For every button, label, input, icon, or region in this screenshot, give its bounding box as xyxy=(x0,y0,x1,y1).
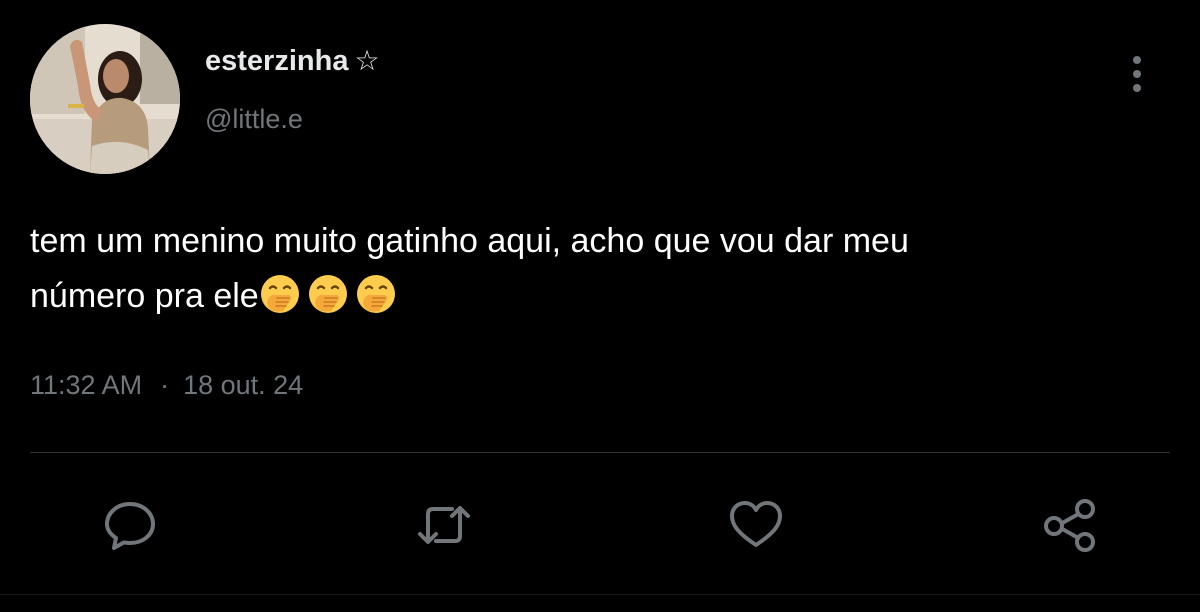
divider xyxy=(30,452,1170,453)
hand-over-mouth-emoji xyxy=(307,273,349,315)
hand-over-mouth-emoji xyxy=(355,273,397,315)
display-name-text: esterzinha xyxy=(205,45,349,77)
avatar[interactable] xyxy=(30,24,180,174)
tweet-text-line-2-text: número pra ele xyxy=(30,277,259,315)
star-badge: ☆ xyxy=(354,44,380,77)
retweet-icon xyxy=(418,506,470,544)
reply-button[interactable] xyxy=(100,495,160,555)
tweet-text-line-2: número pra ele xyxy=(30,269,1170,332)
emoji-group xyxy=(259,273,403,332)
hand-over-mouth-emoji xyxy=(259,273,301,315)
tweet-date: 18 out. 24 xyxy=(183,370,304,400)
reply-icon xyxy=(105,502,155,550)
meta-separator: · xyxy=(160,370,170,400)
tweet-time: 11:32 AM xyxy=(30,370,143,400)
bottom-divider xyxy=(0,594,1200,595)
share-button[interactable] xyxy=(1040,495,1100,555)
author-name[interactable]: esterzinha ☆ xyxy=(205,44,380,78)
tweet-text: tem um menino muito gatinho aqui, acho q… xyxy=(30,214,1170,332)
share-icon xyxy=(1044,499,1095,552)
heart-icon xyxy=(730,501,782,547)
more-vertical-icon xyxy=(1133,56,1141,92)
avatar-photo xyxy=(30,24,180,174)
tweet-timestamp[interactable]: 11:32 AM · 18 out. 24 xyxy=(30,370,303,401)
author-handle[interactable]: @little.e xyxy=(205,104,303,135)
like-button[interactable] xyxy=(726,495,786,555)
more-options-button[interactable] xyxy=(1122,54,1152,94)
retweet-button[interactable] xyxy=(414,495,474,555)
tweet-text-line-1: tem um menino muito gatinho aqui, acho q… xyxy=(30,222,909,260)
